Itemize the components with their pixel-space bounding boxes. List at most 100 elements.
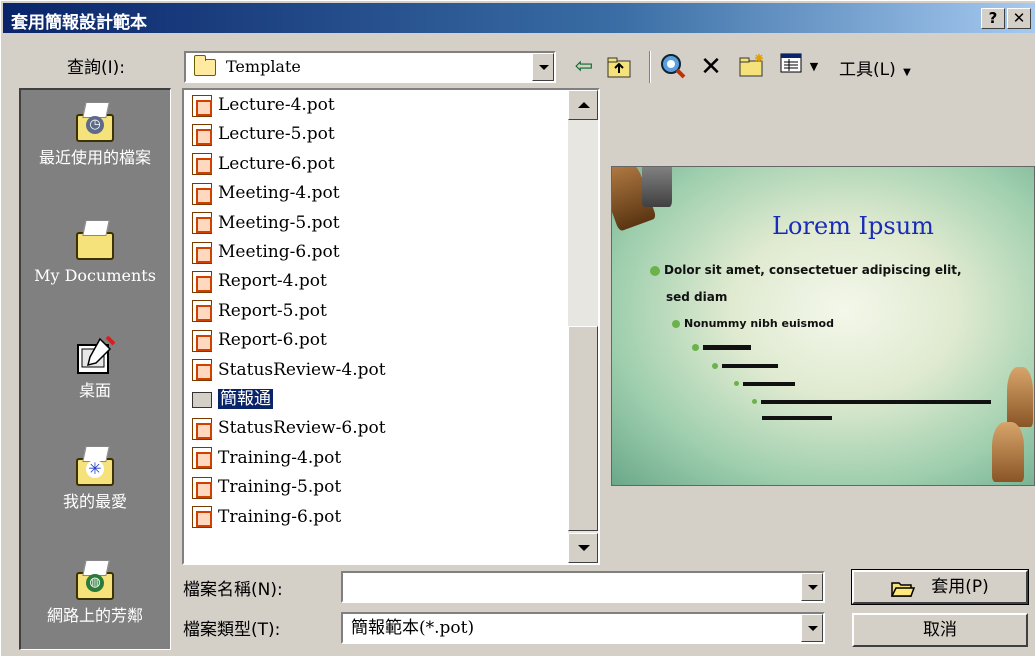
preview-bullet-4	[712, 355, 778, 374]
history-icon: ◷	[74, 102, 116, 144]
search-web-icon[interactable]	[659, 53, 687, 81]
chess-piece-image	[992, 422, 1024, 482]
pot-file-icon	[192, 182, 212, 205]
close-button[interactable]: ✕	[1007, 8, 1031, 29]
file-name: Report-6.pot	[218, 330, 327, 351]
place-network[interactable]: ◍ 網路上的芳鄰	[21, 560, 169, 625]
help-button[interactable]: ?	[981, 8, 1005, 29]
chess-piece-image	[642, 167, 672, 207]
file-list-item[interactable]: Training-4.pot	[192, 444, 341, 472]
filetype-label: 檔案類型(T):	[183, 620, 281, 640]
open-folder-icon	[891, 578, 916, 597]
toolbar-separator	[649, 51, 651, 83]
file-name: Lecture-6.pot	[218, 153, 335, 174]
file-list-item[interactable]: Training-5.pot	[192, 473, 341, 501]
lookin-dropdown-button[interactable]	[532, 53, 554, 81]
file-list-item[interactable]: Training-6.pot	[192, 503, 341, 531]
pot-file-icon	[192, 270, 212, 293]
desktop-icon	[74, 335, 116, 377]
filetype-value: 簡報範本(*.pot)	[351, 618, 475, 638]
views-icon[interactable]	[777, 53, 805, 81]
file-list-item[interactable]: Meeting-6.pot	[192, 238, 340, 266]
places-bar: ◷ 最近使用的檔案 My Documents 桌面 ✳ 我的最愛 ◍ 網路上的芳…	[19, 88, 171, 650]
filetype-dropdown[interactable]: 簡報範本(*.pot)	[341, 612, 825, 644]
file-name: Lecture-4.pot	[218, 95, 335, 115]
cancel-button[interactable]: 取消	[852, 613, 1028, 647]
my-documents-icon	[74, 220, 116, 262]
preview-bullet-1: Dolor sit amet, consectetuer adipiscing …	[650, 263, 962, 277]
network-icon: ◍	[74, 560, 116, 602]
delete-icon[interactable]: ✕	[697, 53, 725, 81]
lookin-label: 查詢(I):	[67, 58, 126, 78]
file-list-item[interactable]: Report-4.pot	[192, 267, 327, 295]
filename-dropdown-button[interactable]	[801, 573, 823, 601]
pot-file-icon	[192, 476, 212, 499]
pot-file-icon	[192, 241, 212, 264]
place-desktop[interactable]: 桌面	[21, 335, 169, 400]
preview-title: Lorem Ipsum	[772, 212, 934, 240]
file-name: Report-5.pot	[218, 300, 327, 321]
title-bar[interactable]: 套用簡報設計範本 ? ✕	[3, 3, 1035, 33]
file-name: Meeting-5.pot	[218, 212, 340, 233]
file-name: StatusReview-6.pot	[218, 418, 386, 439]
pot-file-icon	[192, 506, 212, 529]
shortcut-icon	[192, 391, 212, 408]
file-list-scrollbar[interactable]	[568, 90, 598, 563]
preview-bullet-2: Nonummy nibh euismod	[672, 317, 834, 330]
preview-bullet-5	[734, 373, 795, 392]
place-label: 網路上的芳鄰	[46, 606, 143, 625]
pot-file-icon	[192, 359, 212, 382]
scroll-thumb[interactable]	[568, 326, 598, 531]
filetype-dropdown-button[interactable]	[801, 614, 823, 642]
filename-input[interactable]	[341, 571, 825, 603]
pot-file-icon	[192, 212, 212, 235]
pot-file-icon	[192, 94, 212, 117]
preview-bullet-7	[762, 407, 832, 426]
apply-design-template-dialog: 套用簡報設計範本 ? ✕ 查詢(I): Template ⇦ ✕ ▼ 工具(L)…	[0, 0, 1036, 657]
file-list-item[interactable]: Report-5.pot	[192, 297, 327, 325]
apply-label: 套用(P)	[931, 577, 989, 597]
file-list-item[interactable]: Lecture-6.pot	[192, 150, 335, 178]
back-arrow-icon[interactable]: ⇦	[570, 53, 598, 81]
window-title: 套用簡報設計範本	[11, 13, 147, 33]
folder-icon	[194, 55, 216, 76]
place-label: 我的最愛	[62, 492, 127, 511]
place-label: 桌面	[78, 381, 111, 400]
place-label: My Documents	[34, 266, 156, 285]
file-list-item[interactable]: Meeting-4.pot	[192, 179, 340, 207]
new-folder-icon[interactable]	[738, 53, 766, 81]
file-list-item[interactable]: 簡報通	[192, 385, 273, 413]
scroll-up-button[interactable]	[568, 90, 598, 120]
views-dropdown-arrow-icon[interactable]: ▼	[806, 53, 822, 81]
file-list-item[interactable]: Report-6.pot	[192, 326, 327, 354]
file-list-item[interactable]: StatusReview-6.pot	[192, 414, 386, 442]
file-name: Training-4.pot	[218, 447, 342, 468]
file-name: Meeting-6.pot	[218, 242, 340, 262]
file-list-item[interactable]: Lecture-5.pot	[192, 120, 335, 148]
file-list-item[interactable]: StatusReview-4.pot	[192, 356, 386, 384]
lookin-dropdown[interactable]: Template	[184, 51, 556, 83]
tools-label: 工具(L)	[839, 60, 896, 80]
file-list-item[interactable]: Meeting-5.pot	[192, 209, 340, 237]
filename-label: 檔案名稱(N):	[183, 580, 283, 600]
preview-line-2: sed diam	[666, 290, 728, 304]
chess-piece-image	[1007, 367, 1033, 427]
preview-line-1: Dolor sit amet, consectetuer adipiscing …	[664, 263, 962, 277]
file-name: StatusReview-4.pot	[218, 359, 386, 380]
pot-file-icon	[192, 153, 212, 176]
file-list-item[interactable]: Lecture-4.pot	[192, 91, 335, 119]
tools-menu[interactable]: 工具(L) ▼	[839, 55, 911, 80]
pot-file-icon	[192, 417, 212, 440]
file-list[interactable]: Lecture-4.pot Lecture-5.pot Lecture-6.pot M…	[182, 88, 600, 565]
pot-file-icon	[192, 300, 212, 323]
lookin-value: Template	[226, 57, 301, 76]
place-favorites[interactable]: ✳ 我的最愛	[21, 446, 169, 511]
preview-bullet-3	[692, 337, 751, 356]
place-my-documents[interactable]: My Documents	[21, 220, 169, 285]
pot-file-icon	[192, 447, 212, 470]
apply-button[interactable]: 套用(P)	[851, 569, 1029, 605]
up-folder-icon[interactable]	[605, 53, 633, 81]
place-history[interactable]: ◷ 最近使用的檔案	[21, 102, 169, 167]
scroll-down-button[interactable]	[568, 533, 598, 563]
file-name: Lecture-5.pot	[218, 124, 335, 145]
